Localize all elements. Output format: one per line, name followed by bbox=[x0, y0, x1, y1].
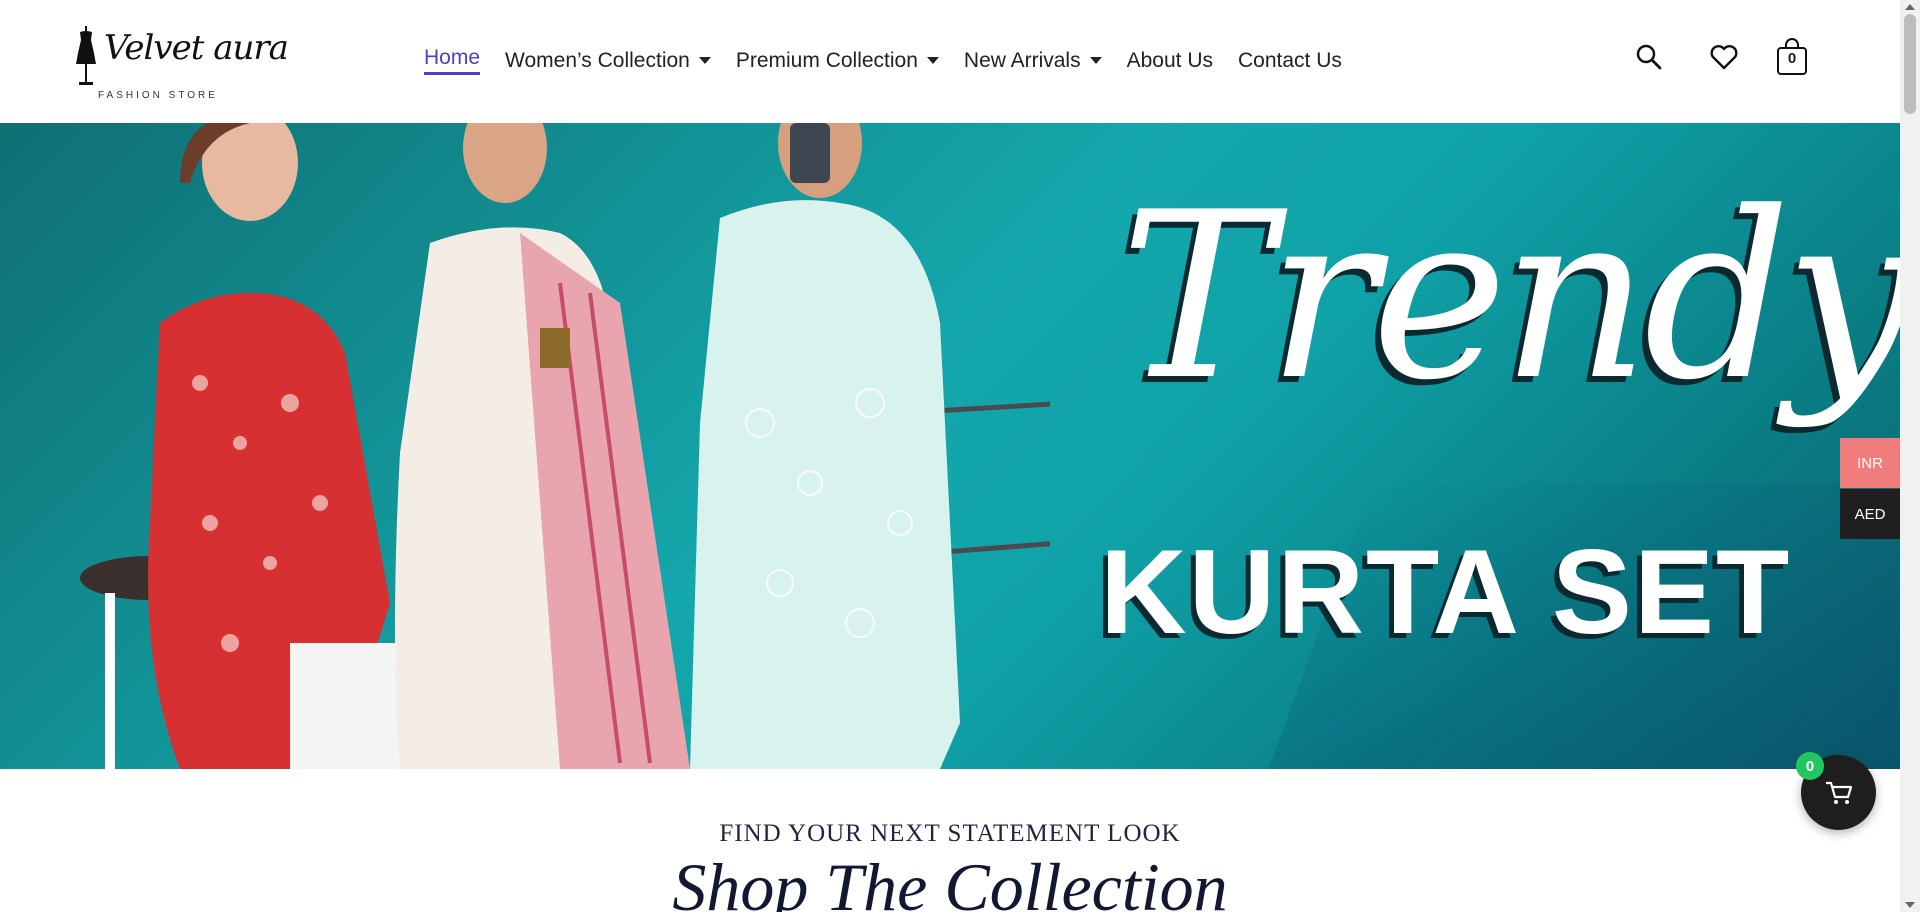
scroll-up-arrow-icon[interactable] bbox=[1905, 4, 1915, 10]
nav-label-home: Home bbox=[424, 46, 481, 69]
nav-item-contact-us[interactable]: Contact Us bbox=[1238, 49, 1342, 73]
brand-logo[interactable]: Velvet aura FASHION STORE bbox=[74, 22, 289, 104]
currency-inr-button[interactable]: INR bbox=[1840, 438, 1900, 488]
nav-label-womens-collection: Women’s Collection bbox=[505, 48, 690, 72]
hero-block-text: KURTA SET bbox=[1100, 525, 1792, 659]
dress-form-icon bbox=[76, 26, 96, 85]
logo-tagline: FASHION STORE bbox=[98, 90, 218, 101]
currency-aed-button[interactable]: AED bbox=[1840, 489, 1900, 539]
hero-script-text: Trendy bbox=[1120, 164, 1900, 431]
floating-cart-count: 0 bbox=[1796, 752, 1824, 780]
caret-down-icon bbox=[926, 57, 939, 64]
heart-icon[interactable] bbox=[1709, 42, 1739, 72]
nav-label-new-arrivals: New Arrivals bbox=[963, 48, 1081, 72]
section-title: Shop The Collection bbox=[672, 849, 1228, 912]
cart-button[interactable]: 0 bbox=[1776, 38, 1808, 76]
nav-item-womens-collection[interactable]: Women’s Collection bbox=[505, 49, 711, 73]
page-scrollbar[interactable] bbox=[1900, 0, 1920, 912]
logo-wordmark: Velvet aura bbox=[104, 28, 289, 68]
section-eyebrow: FIND YOUR NEXT STATEMENT LOOK bbox=[719, 820, 1181, 847]
nav-item-premium-collection[interactable]: Premium Collection bbox=[736, 49, 939, 73]
nav-item-home[interactable]: Home bbox=[424, 46, 481, 75]
nav-item-new-arrivals[interactable]: New Arrivals bbox=[964, 49, 1102, 73]
scroll-thumb[interactable] bbox=[1904, 14, 1916, 114]
hero-models-illustration bbox=[80, 123, 1050, 769]
nav-label-premium-collection: Premium Collection bbox=[735, 48, 918, 72]
caret-down-icon bbox=[1089, 57, 1102, 64]
scroll-down-arrow-icon[interactable] bbox=[1905, 902, 1915, 908]
site-header: Velvet aura FASHION STORE Home Women’s C… bbox=[0, 0, 1900, 123]
cart-icon bbox=[1825, 781, 1852, 804]
caret-down-icon bbox=[698, 57, 711, 64]
cart-count: 0 bbox=[1787, 50, 1797, 67]
search-icon[interactable] bbox=[1634, 42, 1664, 72]
nav-label-about-us: About Us bbox=[1126, 48, 1213, 72]
nav-item-about-us[interactable]: About Us bbox=[1127, 49, 1213, 73]
hero-banner[interactable]: Trendy KURTA SET bbox=[0, 123, 1900, 769]
nav-label-contact-us: Contact Us bbox=[1238, 48, 1342, 72]
main-nav: Home Women’s Collection Premium Collecti… bbox=[424, 46, 1367, 75]
